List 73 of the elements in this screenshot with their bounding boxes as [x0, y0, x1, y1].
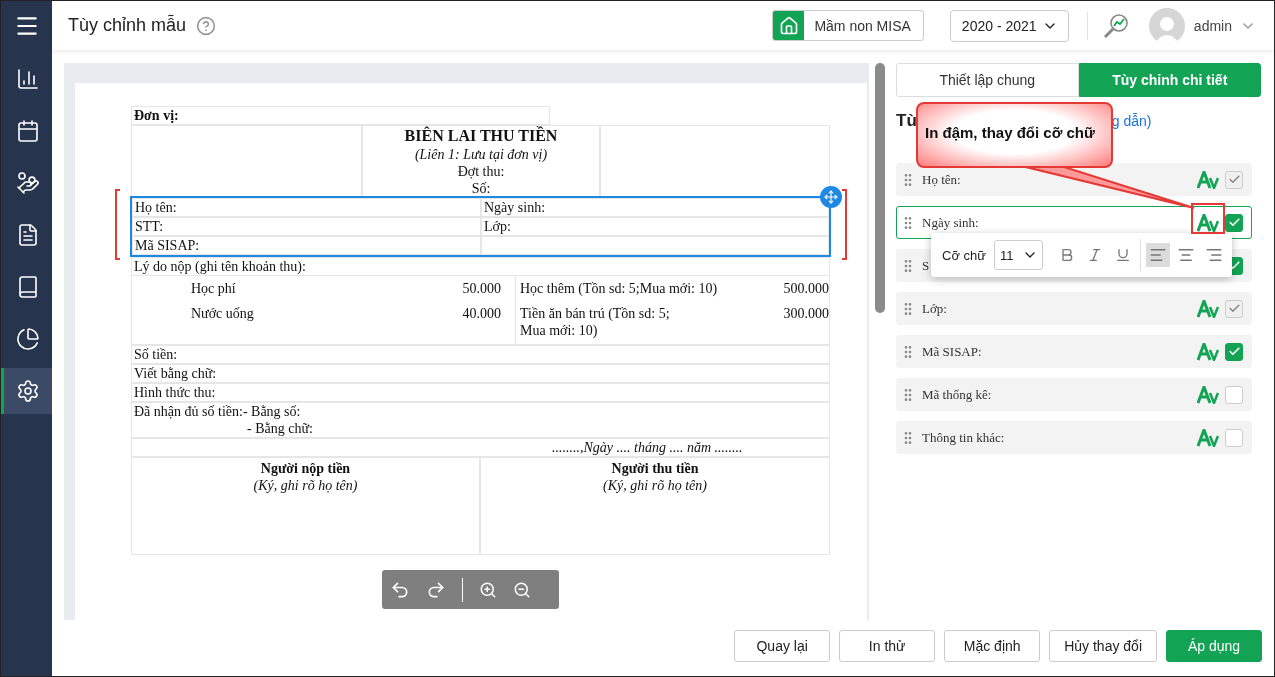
zoom-out-icon[interactable]: [513, 580, 531, 599]
footer-button[interactable]: Hủy thay đổi: [1049, 630, 1157, 662]
received-label: Đã nhận đủ số tiền:- Bằng số:: [134, 403, 302, 421]
fee-amount: 40.000: [462, 305, 501, 323]
selection-bracket: [842, 189, 847, 261]
field-label: Thông tin khác:: [922, 429, 1005, 446]
font-style-icon[interactable]: [1197, 428, 1219, 447]
form-field: Hình thức thu:: [131, 383, 830, 403]
form-field: Số tiền:: [131, 345, 830, 365]
field-label: Họ tên:: [922, 171, 961, 188]
fee-amount: 300.000: [783, 305, 829, 323]
checkbox[interactable]: [1225, 385, 1243, 404]
field-label: S: [922, 257, 930, 274]
zoom-in-icon[interactable]: [479, 580, 497, 599]
fee-amount: 500.000: [783, 280, 829, 298]
font-size-label: Cỡ chữ: [942, 247, 986, 263]
checkbox[interactable]: [1225, 342, 1243, 361]
font-style-icon[interactable]: [1197, 342, 1219, 361]
settings-nav-icon[interactable]: [1, 368, 52, 414]
receipt-subtitle: (Liên 1: Lưu tại đơn vị): [414, 146, 548, 164]
signer-title: Người nộp tiền: [260, 460, 351, 478]
form-field: Lớp:: [481, 217, 829, 237]
signer-note: (Ký, ghi rõ họ tên): [253, 477, 358, 495]
font-size-select[interactable]: 11: [993, 240, 1043, 271]
user-name[interactable]: admin: [1193, 17, 1232, 34]
fee-name: Học phí: [191, 280, 236, 298]
magnifier-chart-icon[interactable]: [1101, 11, 1130, 40]
page-title: Tùy chỉnh mẫu: [68, 15, 187, 36]
school-button[interactable]: Mầm non MISA: [772, 10, 924, 41]
footer-button[interactable]: Quay lại: [734, 630, 831, 662]
year-select[interactable]: 2020 - 2021: [949, 9, 1069, 42]
redo-icon[interactable]: [426, 579, 446, 600]
align-left-icon[interactable]: [1145, 243, 1170, 268]
selection-bracket: [115, 189, 120, 261]
footer-button[interactable]: In thử: [839, 630, 936, 662]
reason-label: Lý do nộp (ghi tên khoản thu):: [131, 257, 830, 277]
form-field: STT:: [132, 217, 481, 237]
callout-note: In đậm, thay đổi cỡ chữ: [916, 102, 1113, 169]
fee-name: Nước uống: [191, 305, 254, 323]
form-field: Họ tên:: [132, 198, 481, 218]
signer-note: (Ký, ghi rõ họ tên): [603, 477, 707, 495]
tab[interactable]: Thiết lập chung: [896, 63, 1079, 98]
field-label: Lớp:: [922, 300, 947, 317]
received-words-label: - Bằng chữ:: [246, 420, 314, 438]
field-label: Mã SISAP:: [922, 343, 982, 360]
field-row[interactable]: Mã thống kê:: [896, 378, 1252, 412]
font-style-icon[interactable]: [1197, 385, 1219, 404]
receipt-title: BIÊN LAI THU TIỀN: [404, 126, 558, 147]
footer-button[interactable]: Mặc định: [944, 630, 1041, 662]
field-label: Mã thống kê:: [922, 386, 992, 403]
move-handle[interactable]: [820, 186, 842, 209]
header-field: Số:: [471, 180, 491, 198]
fee-name: Học thêm (Tồn sd: 5;Mua mới: 10): [520, 280, 718, 298]
field-label: Ngày sinh:: [922, 214, 979, 231]
highlight-frame: [1191, 203, 1225, 235]
form-field: Mã SISAP:: [132, 236, 481, 256]
scrollbar[interactable]: [875, 63, 885, 314]
font-style-icon[interactable]: [1197, 213, 1219, 232]
unit-label: Đơn vị:: [131, 106, 550, 126]
checkbox[interactable]: [1225, 213, 1243, 232]
form-field: Viết bằng chữ:: [131, 364, 830, 384]
fee-name: Tiền ăn bán trú (Tồn sd: 5; Mua mới: 10): [520, 305, 670, 340]
fee-amount: 50.000: [462, 280, 501, 298]
house-icon: [778, 15, 799, 36]
signer-title: Người thu tiền: [611, 460, 699, 478]
panel-heading: Tù: [896, 111, 917, 132]
header-field: Đợt thu:: [457, 163, 505, 181]
undo-icon[interactable]: [390, 579, 410, 600]
help-icon[interactable]: [196, 15, 217, 36]
checkbox[interactable]: [1225, 428, 1243, 447]
field-row[interactable]: Thông tin khác:: [896, 421, 1252, 455]
field-row[interactable]: Mã SISAP:: [896, 335, 1252, 369]
form-field: Ngày sinh:: [481, 198, 829, 218]
